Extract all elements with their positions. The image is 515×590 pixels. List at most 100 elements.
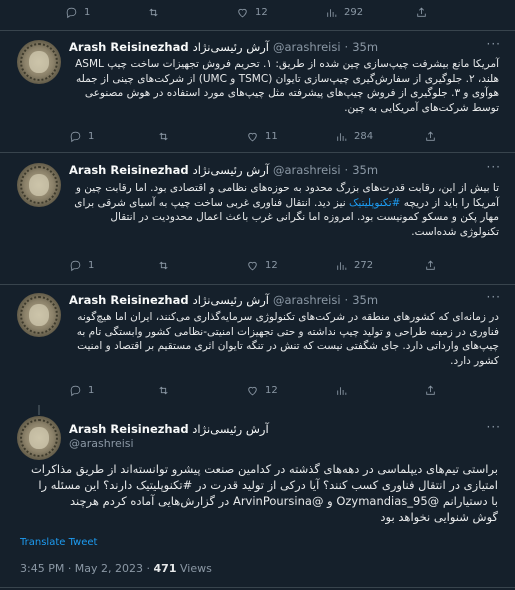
author-name-fa[interactable]: آرش رئیسی‌نژاد [193,163,269,177]
mention-link[interactable]: @ArvinPoursina [233,494,323,508]
author-handle[interactable]: @arashreisi [273,40,341,54]
reply-count: 1 [88,130,95,142]
tweet-actions: 1 12 [69,380,499,400]
author-name-fa[interactable]: آرش رئیسی‌نژاد [192,422,268,436]
text-part: با دستیارانم [439,494,498,508]
like-button[interactable]: 11 [246,130,278,143]
tweet-actions-top: 1 12 292 [65,2,505,22]
tweet-time[interactable]: 35m [352,293,378,307]
views-button[interactable]: 272 [335,259,373,272]
thread-line [38,405,40,415]
retweet-button[interactable] [157,384,170,397]
author-name[interactable]: Arash Reisinezhad [69,422,189,436]
views-icon [337,132,347,141]
reply-button[interactable]: 1 [69,384,94,397]
retweet-icon [149,8,158,16]
tweet-time[interactable]: 35m [352,40,378,54]
views-count: 272 [354,259,374,271]
reply-icon [66,7,77,18]
share-icon [426,385,435,395]
reply-icon [70,131,81,142]
author-name[interactable]: Arash Reisinezhad [69,40,189,54]
tweet-1[interactable]: Arash Reisinezhad آرش رئیسی‌نژاد @arashr… [0,31,515,147]
divider [0,587,515,588]
avatar[interactable] [17,293,61,337]
tweet-actions: 1 12 272 [69,255,499,275]
like-count: 11 [265,130,278,142]
main-tweet-line: با دستیارانم @Ozymandias_95 و @ArvinPour… [20,493,498,509]
views-count: 284 [354,130,374,142]
reply-button[interactable]: 1 [69,130,94,143]
main-tweet-line: امتیازی در انتقال فناوری کسب کنند؟ آیا د… [20,477,498,493]
share-icon [417,7,426,17]
author-name-row: Arash Reisinezhad آرش رئیسی‌نژاد [69,422,269,436]
tweet-timestamp[interactable]: 3:45 PM · May 2, 2023 · [20,562,154,575]
avatar[interactable] [17,40,61,84]
like-button[interactable]: 12 [236,6,268,19]
retweet-button[interactable] [157,259,170,272]
author-name[interactable]: Arash Reisinezhad [69,293,189,307]
main-tweet-line: براستی تیم‌های دیپلماسی در دهه‌های گذشته… [30,462,498,476]
share-button[interactable] [415,6,428,19]
reply-icon [70,385,81,396]
text-part: و [323,494,337,508]
hashtag-link[interactable]: #تکنوپلیتیک [349,197,400,209]
share-icon [426,131,435,141]
author-name-fa[interactable]: آرش رئیسی‌نژاد [193,293,269,307]
retweet-icon [159,386,168,394]
author-handle[interactable]: @arashreisi [273,163,341,177]
more-icon[interactable]: ··· [487,420,501,434]
author-handle[interactable]: @arashreisi [69,437,134,450]
main-tweet-text: براستی تیم‌های دیپلماسی در دهه‌های گذشته… [20,461,498,525]
reply-count: 1 [88,259,95,271]
like-button[interactable]: 12 [246,259,278,272]
retweet-button[interactable] [157,130,170,143]
views-button[interactable]: 292 [325,6,363,19]
mention-link[interactable]: @Ozymandias_95 [336,494,439,508]
tweet-header: Arash Reisinezhad آرش رئیسی‌نژاد @arashr… [69,40,379,54]
avatar[interactable] [17,416,61,460]
like-count: 12 [255,6,268,18]
retweet-button[interactable] [147,6,160,19]
like-icon [238,8,247,17]
avatar[interactable] [17,163,61,207]
tweet-2[interactable]: Arash Reisinezhad آرش رئیسی‌نژاد @arashr… [0,153,515,283]
like-count: 12 [265,259,278,271]
translate-tweet-link[interactable]: Translate Tweet [20,537,97,548]
tweet-header: Arash Reisinezhad آرش رئیسی‌نژاد @arashr… [69,293,379,307]
reply-icon [70,260,81,271]
more-icon[interactable]: ··· [487,37,501,51]
author-name[interactable]: Arash Reisinezhad [69,163,189,177]
tweet-time[interactable]: 35m [352,163,378,177]
like-icon [248,261,257,270]
views-icon [337,386,347,395]
tweet-text: تا بیش از این، رقابت قدرت‌های بزرگ محدود… [69,181,499,239]
share-button[interactable] [424,130,437,143]
like-count: 12 [265,384,278,396]
views-label: Views [176,562,212,575]
more-icon[interactable]: ··· [487,160,501,174]
tweet-actions: 1 11 284 [69,126,499,146]
reply-count: 1 [88,384,95,396]
hashtag-link[interactable]: #تکنوپلیتیک [136,478,192,492]
views-icon [327,8,337,17]
share-button[interactable] [424,384,437,397]
reply-button[interactable]: 1 [69,259,94,272]
tweet-meta: 3:45 PM · May 2, 2023 · 471 Views [20,562,212,575]
share-icon [426,260,435,270]
views-button[interactable] [335,384,354,397]
retweet-icon [159,261,168,269]
author-name-fa[interactable]: آرش رئیسی‌نژاد [193,40,269,54]
share-button[interactable] [424,259,437,272]
like-button[interactable]: 12 [246,384,278,397]
text-part: در گزارش‌هایی آماده کردم هرچند [69,494,233,508]
author-handle[interactable]: @arashreisi [273,293,341,307]
like-icon [248,386,257,395]
tweet-header: Arash Reisinezhad آرش رئیسی‌نژاد @arashr… [69,163,379,177]
tweet-3[interactable]: Arash Reisinezhad آرش رئیسی‌نژاد @arashr… [0,285,515,405]
reply-button[interactable]: 1 [65,6,90,19]
tweet-text: در زمانه‌ای که کشورهای منطقه در شرکت‌های… [76,311,499,367]
views-button[interactable]: 284 [335,130,373,143]
more-icon[interactable]: ··· [487,290,501,304]
reply-count: 1 [84,6,91,18]
